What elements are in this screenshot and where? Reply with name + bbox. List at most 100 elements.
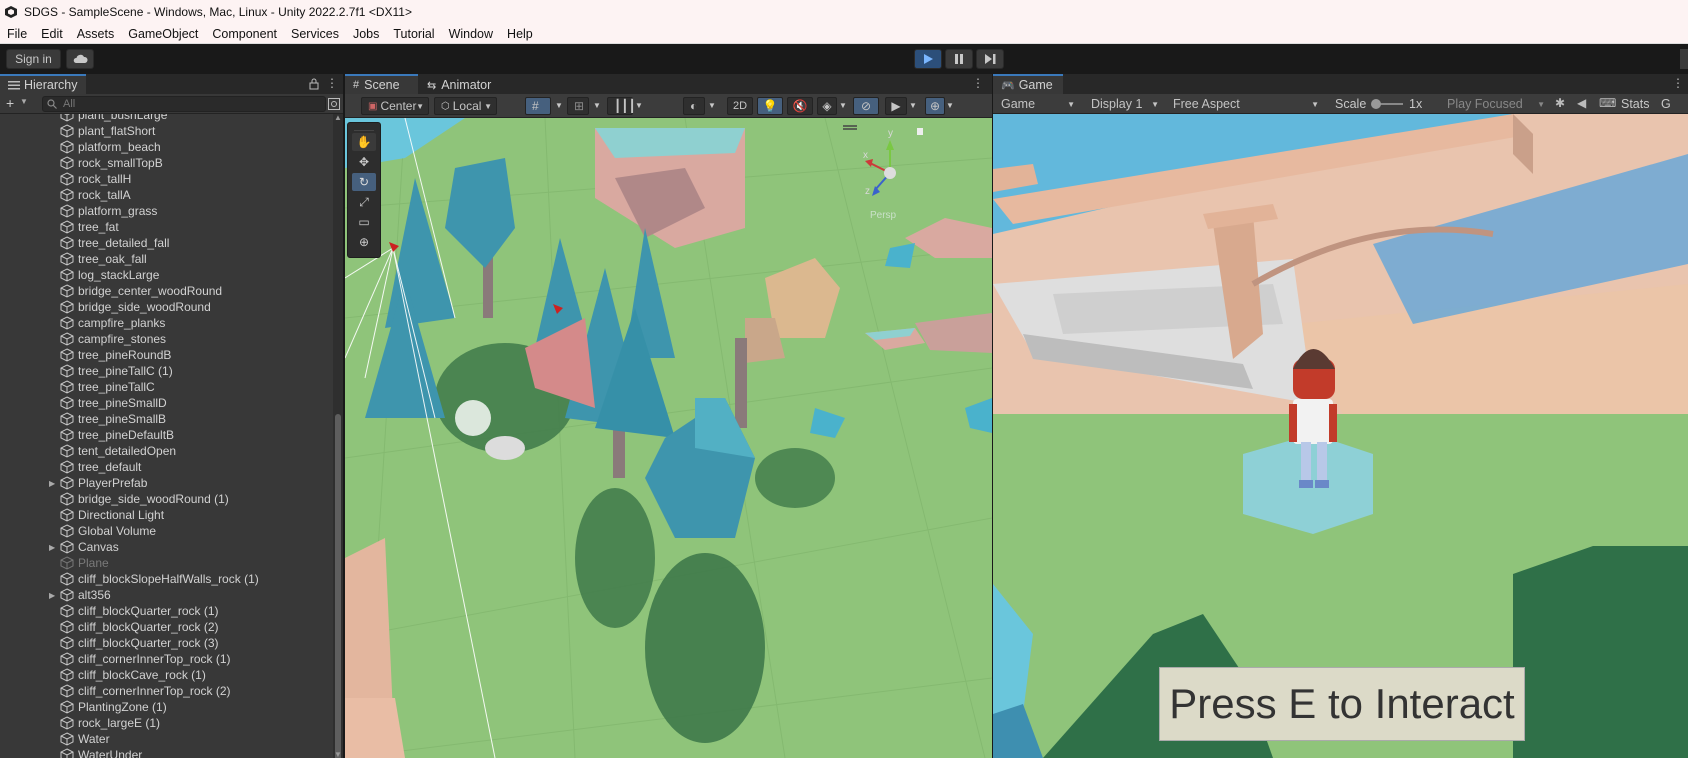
audio-toggle[interactable]: 🔇	[787, 97, 813, 115]
hierarchy-item[interactable]: tree_pineTallC (1)	[0, 363, 335, 379]
pivot-dropdown[interactable]: ▣ Center ▼	[361, 97, 429, 115]
camera-toggle[interactable]: ▶	[885, 97, 907, 115]
gizmos-toggle[interactable]: ⊕	[925, 97, 945, 115]
toggle-2d-button[interactable]: 2D	[727, 97, 753, 115]
hierarchy-item[interactable]: PlantingZone (1)	[0, 699, 335, 715]
hierarchy-item[interactable]: Water	[0, 731, 335, 747]
increment-snap-toggle[interactable]: ⊞	[567, 97, 589, 115]
hierarchy-item[interactable]: cliff_blockQuarter_rock (1)	[0, 603, 335, 619]
hierarchy-item[interactable]: tree_default	[0, 459, 335, 475]
hierarchy-item[interactable]: bridge_center_woodRound	[0, 283, 335, 299]
speaker-icon[interactable]: ◀	[1577, 96, 1586, 110]
hierarchy-item[interactable]: plant_bushLarge	[0, 114, 335, 123]
scene-visibility-toggle[interactable]: ⊘	[853, 97, 879, 115]
hierarchy-item[interactable]: cliff_cornerInnerTop_rock (1)	[0, 651, 335, 667]
hierarchy-item[interactable]: bridge_side_woodRound (1)	[0, 491, 335, 507]
menu-gameobject[interactable]: GameObject	[121, 27, 205, 41]
menu-assets[interactable]: Assets	[70, 27, 122, 41]
expand-arrow-icon[interactable]: ▶	[49, 479, 55, 488]
tab-scene[interactable]: # Scene	[345, 74, 418, 94]
hierarchy-item[interactable]: campfire_planks	[0, 315, 335, 331]
add-plus-icon[interactable]: +	[6, 95, 14, 111]
hierarchy-item[interactable]: platform_beach	[0, 139, 335, 155]
scroll-down-icon[interactable]: ▼	[334, 750, 342, 758]
move-tool[interactable]: ✥	[352, 153, 376, 171]
layout-dropdown-edge[interactable]	[1680, 49, 1688, 69]
menu-jobs[interactable]: Jobs	[346, 27, 386, 41]
hierarchy-item[interactable]: tree_pineSmallB	[0, 411, 335, 427]
hierarchy-item[interactable]: cliff_blockCave_rock (1)	[0, 667, 335, 683]
menu-component[interactable]: Component	[205, 27, 284, 41]
hierarchy-item[interactable]: log_stackLarge	[0, 267, 335, 283]
scale-tool[interactable]: ⤢	[352, 193, 376, 211]
shading-dropdown-icon[interactable]: ▼	[708, 101, 716, 110]
hierarchy-item[interactable]: campfire_stones	[0, 331, 335, 347]
cloud-button[interactable]	[66, 49, 94, 69]
game-viewport[interactable]: Press E to Interact	[993, 114, 1688, 758]
play-mode-dropdown[interactable]: Play Focused ▼	[1443, 95, 1547, 113]
hierarchy-item[interactable]: tree_fat	[0, 219, 335, 235]
snap-dropdown-icon[interactable]: ▼	[593, 101, 601, 110]
rect-tool[interactable]: ▭	[352, 213, 376, 231]
menu-file[interactable]: File	[0, 27, 34, 41]
mute-audio-icon[interactable]: ✱	[1555, 96, 1565, 110]
hierarchy-item[interactable]: ▶ Canvas	[0, 539, 335, 555]
scene-viewport[interactable]: y x z Persp ✋ ✥ ↻ ⤢ ▭ ⊕	[345, 118, 992, 758]
hierarchy-item[interactable]: tree_detailed_fall	[0, 235, 335, 251]
hierarchy-scrollbar[interactable]: ▲ ▼	[333, 113, 343, 758]
hierarchy-item[interactable]: tree_oak_fall	[0, 251, 335, 267]
keyboard-icon[interactable]: ⌨	[1599, 96, 1616, 110]
hierarchy-item[interactable]: Global Volume	[0, 523, 335, 539]
lighting-toggle[interactable]: 💡	[757, 97, 783, 115]
hierarchy-item[interactable]: tree_pineRoundB	[0, 347, 335, 363]
sign-in-button[interactable]: Sign in	[6, 49, 61, 69]
tools-overlay-handle[interactable]	[354, 125, 374, 131]
play-button[interactable]	[914, 49, 942, 69]
hierarchy-item[interactable]: tent_detailedOpen	[0, 443, 335, 459]
effects-dropdown-icon[interactable]: ▼	[839, 101, 847, 110]
pause-button[interactable]	[945, 49, 973, 69]
view-select-dropdown[interactable]: Game ▼	[997, 95, 1077, 113]
hierarchy-item[interactable]: cliff_cornerInnerTop_rock (2)	[0, 683, 335, 699]
hierarchy-item[interactable]: bridge_side_woodRound	[0, 299, 335, 315]
grid-snap-toggle[interactable]: #	[525, 97, 551, 115]
hand-tool[interactable]: ✋	[352, 133, 376, 151]
scene-kebab-icon[interactable]: ⋮	[972, 76, 984, 90]
hierarchy-item[interactable]: cliff_blockSlopeHalfWalls_rock (1)	[0, 571, 335, 587]
menu-edit[interactable]: Edit	[34, 27, 70, 41]
hierarchy-item[interactable]: rock_tallH	[0, 171, 335, 187]
lock-icon[interactable]	[309, 78, 319, 90]
scroll-up-icon[interactable]: ▲	[334, 113, 342, 122]
menu-tutorial[interactable]: Tutorial	[386, 27, 441, 41]
hierarchy-item[interactable]: tree_pineTallC	[0, 379, 335, 395]
hierarchy-item[interactable]: rock_largeE (1)	[0, 715, 335, 731]
expand-arrow-icon[interactable]: ▶	[49, 591, 55, 600]
shading-mode-toggle[interactable]: ◐	[683, 97, 705, 115]
gizmo-lock-icon[interactable]	[917, 128, 923, 135]
tab-hierarchy[interactable]: Hierarchy	[0, 74, 86, 94]
rotate-tool[interactable]: ↻	[352, 173, 376, 191]
menu-window[interactable]: Window	[442, 27, 500, 41]
hierarchy-item[interactable]: platform_grass	[0, 203, 335, 219]
camera-dropdown-icon[interactable]: ▼	[909, 101, 917, 110]
ruler-toggle[interactable]: ┃┃┃	[607, 97, 636, 115]
add-dropdown-icon[interactable]: ▼	[20, 97, 28, 106]
game-kebab-icon[interactable]: ⋮	[1672, 76, 1684, 90]
hierarchy-item[interactable]: WaterUnder	[0, 747, 335, 758]
search-scope-icon[interactable]	[328, 98, 340, 110]
kebab-menu-icon[interactable]: ⋮	[326, 76, 338, 90]
hierarchy-item[interactable]: plant_flatShort	[0, 123, 335, 139]
stats-button[interactable]: Stats	[1621, 97, 1650, 111]
hierarchy-search-input[interactable]: All	[42, 96, 326, 112]
transform-tool[interactable]: ⊕	[352, 233, 376, 251]
grid-dropdown-icon[interactable]: ▼	[555, 101, 563, 110]
aspect-dropdown[interactable]: Free Aspect ▼	[1169, 95, 1321, 113]
scale-slider[interactable]	[1371, 99, 1403, 109]
hierarchy-item[interactable]: tree_pineSmallD	[0, 395, 335, 411]
tab-game[interactable]: 🎮 Game	[993, 74, 1063, 94]
effects-toggle[interactable]: ◈	[817, 97, 837, 115]
space-dropdown[interactable]: ⬡ Local ▼	[434, 97, 497, 115]
display-dropdown[interactable]: Display 1 ▼	[1087, 95, 1161, 113]
gizmos-button-cut[interactable]: G	[1661, 97, 1671, 111]
tab-animator[interactable]: ⇆ Animator	[419, 74, 509, 94]
